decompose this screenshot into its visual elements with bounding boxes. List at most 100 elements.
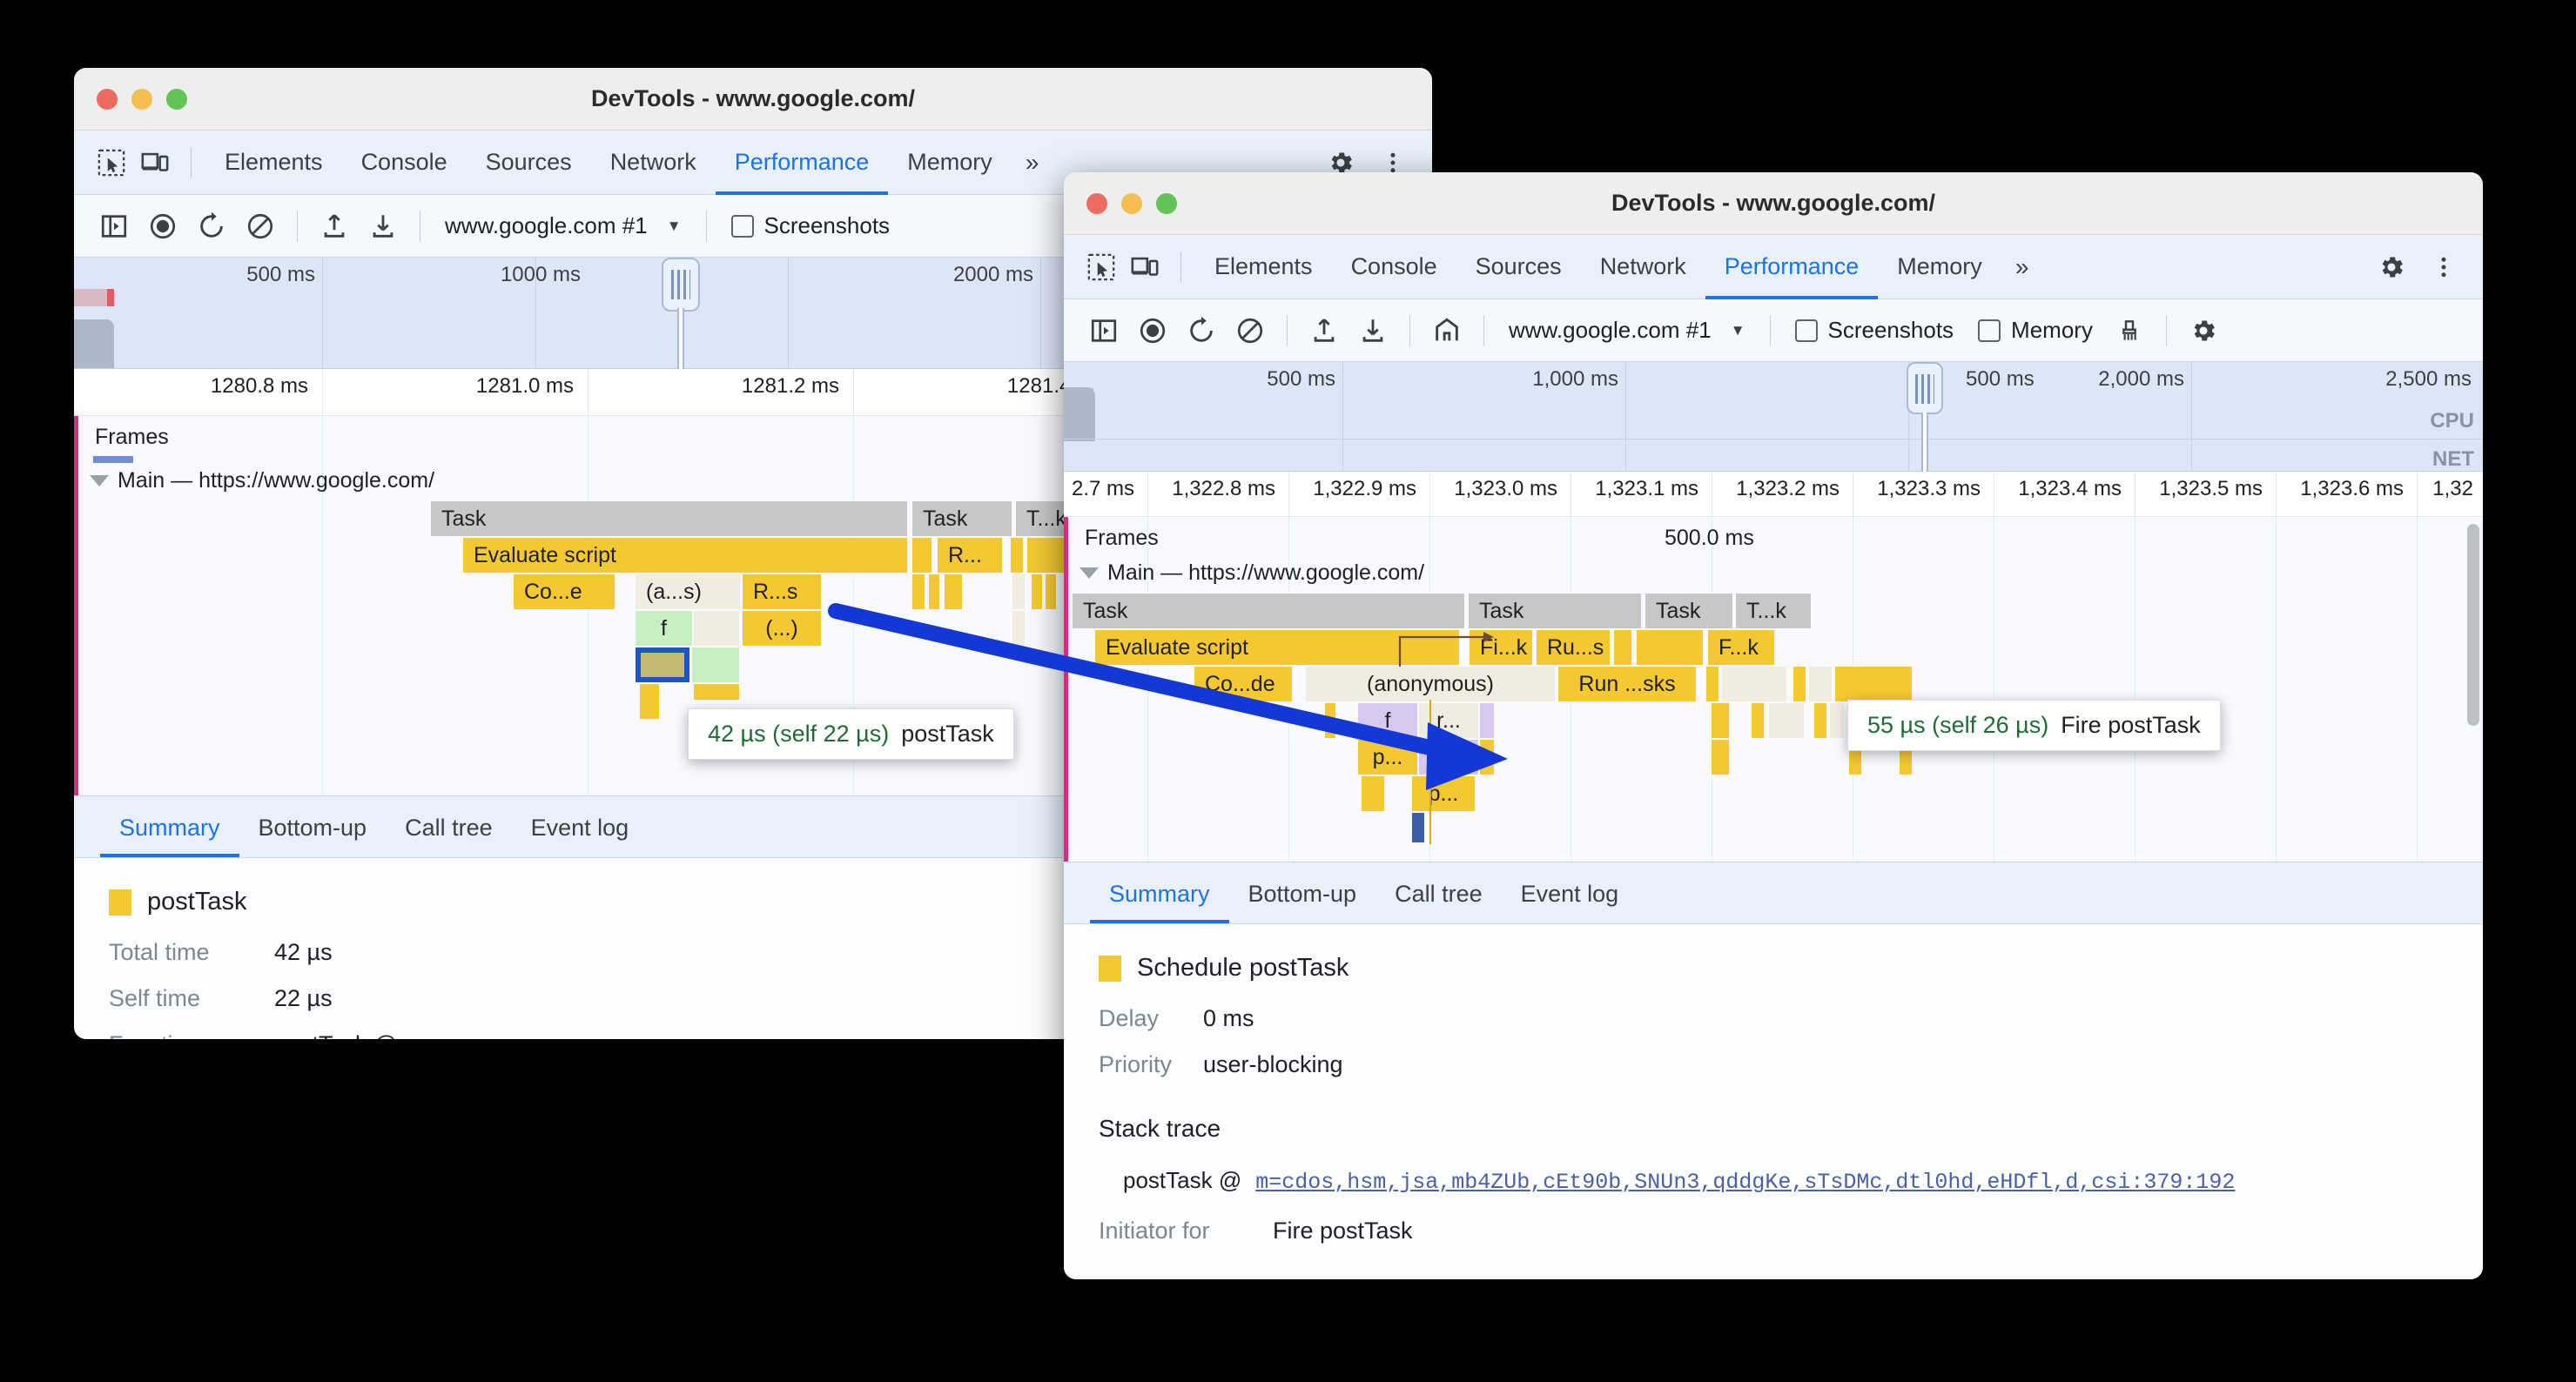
flame-bar[interactable] <box>1614 630 1631 665</box>
details-tab-summary[interactable]: Summary <box>100 815 239 857</box>
devtools-window-front[interactable]: DevTools - www.google.com/ Elements Cons… <box>1064 172 2483 1279</box>
close-button[interactable] <box>1086 192 1107 214</box>
more-tabs-icon[interactable]: » <box>1012 149 1053 177</box>
clear-brush-icon[interactable] <box>2105 306 2154 355</box>
flame-bar[interactable] <box>1012 574 1025 609</box>
details-tab-event-log[interactable]: Event log <box>1502 881 1638 923</box>
flame-bar[interactable]: f <box>1419 740 1478 775</box>
flame-bar[interactable]: R...s <box>743 574 821 609</box>
flame-bar[interactable]: Task <box>1645 594 1732 628</box>
tab-memory[interactable]: Memory <box>888 131 1012 195</box>
details-tab-call-tree[interactable]: Call tree <box>386 815 512 857</box>
handle-grip-icon[interactable] <box>1915 374 1934 404</box>
flame-bar[interactable] <box>1814 703 1826 738</box>
flame-bar[interactable] <box>1480 740 1494 775</box>
flame-bar[interactable] <box>1046 574 1056 609</box>
inspect-icon[interactable] <box>90 141 133 184</box>
reload-record-icon[interactable] <box>187 202 236 251</box>
clear-icon[interactable] <box>236 202 285 251</box>
tab-console[interactable]: Console <box>1332 235 1456 299</box>
flame-bar[interactable]: T...k <box>1736 594 1811 628</box>
kebab-menu-icon[interactable] <box>2422 245 2465 289</box>
window-controls-back[interactable] <box>97 88 187 110</box>
download-icon[interactable] <box>1349 306 1397 355</box>
flame-bar[interactable]: Co...de <box>1194 667 1292 701</box>
flame-bar[interactable] <box>694 611 739 646</box>
screenshots-checkbox[interactable]: Screenshots <box>1783 317 1967 344</box>
device-toggle-icon[interactable] <box>133 141 177 184</box>
record-icon[interactable] <box>1128 306 1177 355</box>
overview-window-handle[interactable] <box>662 258 700 371</box>
tab-memory[interactable]: Memory <box>1878 235 2001 299</box>
flame-bar[interactable] <box>1362 776 1384 811</box>
gear-icon[interactable] <box>2370 245 2413 289</box>
flame-bar[interactable]: (...) <box>743 611 821 646</box>
chevron-down-icon[interactable]: ▼ <box>667 218 682 235</box>
devtools-tabstrip-front[interactable]: Elements Console Sources Network Perform… <box>1064 235 2483 299</box>
flame-bar[interactable] <box>945 574 962 609</box>
handle-grip-icon[interactable] <box>671 270 690 299</box>
flame-bar[interactable] <box>1712 740 1729 775</box>
window-controls-front[interactable] <box>1086 192 1177 214</box>
flame-bar[interactable] <box>1412 813 1424 842</box>
flame-bar[interactable]: Ru...s <box>1537 630 1610 665</box>
flame-bar[interactable]: Co...e <box>514 574 615 609</box>
flame-bar[interactable] <box>1712 703 1729 738</box>
details-tab-call-tree[interactable]: Call tree <box>1375 881 1502 923</box>
flame-bar[interactable] <box>1722 667 1786 701</box>
upload-icon[interactable] <box>310 202 359 251</box>
tab-elements[interactable]: Elements <box>1195 235 1332 299</box>
details-tab-bottom-up[interactable]: Bottom-up <box>239 815 387 857</box>
record-icon[interactable] <box>138 202 187 251</box>
flame-bar[interactable]: (a...s) <box>636 574 740 609</box>
screenshots-checkbox[interactable]: Screenshots <box>719 212 903 239</box>
chevron-down-icon[interactable] <box>90 475 109 486</box>
checkbox-box[interactable] <box>730 214 754 238</box>
minimize-button[interactable] <box>1121 192 1142 214</box>
flame-bar[interactable]: Run ...sks <box>1558 667 1696 701</box>
flame-bar[interactable] <box>1809 667 1832 701</box>
checkbox-box[interactable] <box>1794 319 1818 342</box>
flame-bar[interactable] <box>1325 703 1335 738</box>
flame-bar[interactable] <box>1032 574 1042 609</box>
flame-bar[interactable] <box>1480 703 1494 738</box>
trace-selector[interactable]: www.google.com #1 ▼ <box>433 212 694 239</box>
tab-console[interactable]: Console <box>342 131 467 195</box>
flame-bar[interactable] <box>1769 703 1804 738</box>
show-sidebar-icon[interactable] <box>90 202 138 251</box>
flame-bar[interactable] <box>1752 703 1764 738</box>
zoom-button[interactable] <box>1156 192 1177 214</box>
flame-bar[interactable]: r... <box>1419 703 1478 738</box>
flame-bar[interactable] <box>640 684 659 719</box>
device-toggle-icon[interactable] <box>1123 245 1167 289</box>
flame-bar[interactable]: Task <box>1469 594 1641 628</box>
flame-chart-front[interactable]: Frames 500.0 ms Main — https://www.googl… <box>1064 517 2483 862</box>
flame-bar[interactable]: Task <box>431 501 907 536</box>
flame-bar[interactable]: f <box>1358 703 1417 738</box>
tab-sources[interactable]: Sources <box>1456 235 1581 299</box>
flame-bar[interactable]: p... <box>1358 740 1417 775</box>
memory-checkbox[interactable]: Memory <box>1966 317 2105 344</box>
more-tabs-icon[interactable]: » <box>2001 253 2043 281</box>
flame-bar[interactable]: R... <box>938 538 1002 573</box>
flame-bar[interactable]: F...k <box>1708 630 1774 665</box>
flame-chart-scrollbar[interactable] <box>2467 524 2479 726</box>
tab-performance[interactable]: Performance <box>1705 235 1879 299</box>
stack-source-link[interactable]: m=cdos,hsm,jsa,mb4ZUb,cEt90b,SNUn3,qddgK… <box>1255 1170 2235 1195</box>
flame-bar[interactable] <box>1637 630 1703 665</box>
tab-network[interactable]: Network <box>591 131 716 195</box>
details-tab-summary[interactable]: Summary <box>1090 881 1229 923</box>
gear-icon[interactable] <box>2179 306 2228 355</box>
inspect-icon[interactable] <box>1079 245 1123 289</box>
main-track-label[interactable]: Main — https://www.google.com/ <box>90 468 434 493</box>
chevron-down-icon[interactable] <box>1079 567 1099 579</box>
flame-bar[interactable] <box>1830 703 1844 738</box>
flame-bar[interactable] <box>1706 667 1718 701</box>
flame-bar[interactable] <box>912 538 932 573</box>
timeline-overview-front[interactable]: 500 ms 1,000 ms 500 ms 2,000 ms 2,500 ms… <box>1064 362 2483 473</box>
flame-bar[interactable] <box>1012 611 1025 646</box>
show-sidebar-icon[interactable] <box>1079 306 1128 355</box>
flame-bar[interactable] <box>694 684 739 700</box>
minimize-button[interactable] <box>131 88 152 110</box>
clear-icon[interactable] <box>1226 306 1275 355</box>
